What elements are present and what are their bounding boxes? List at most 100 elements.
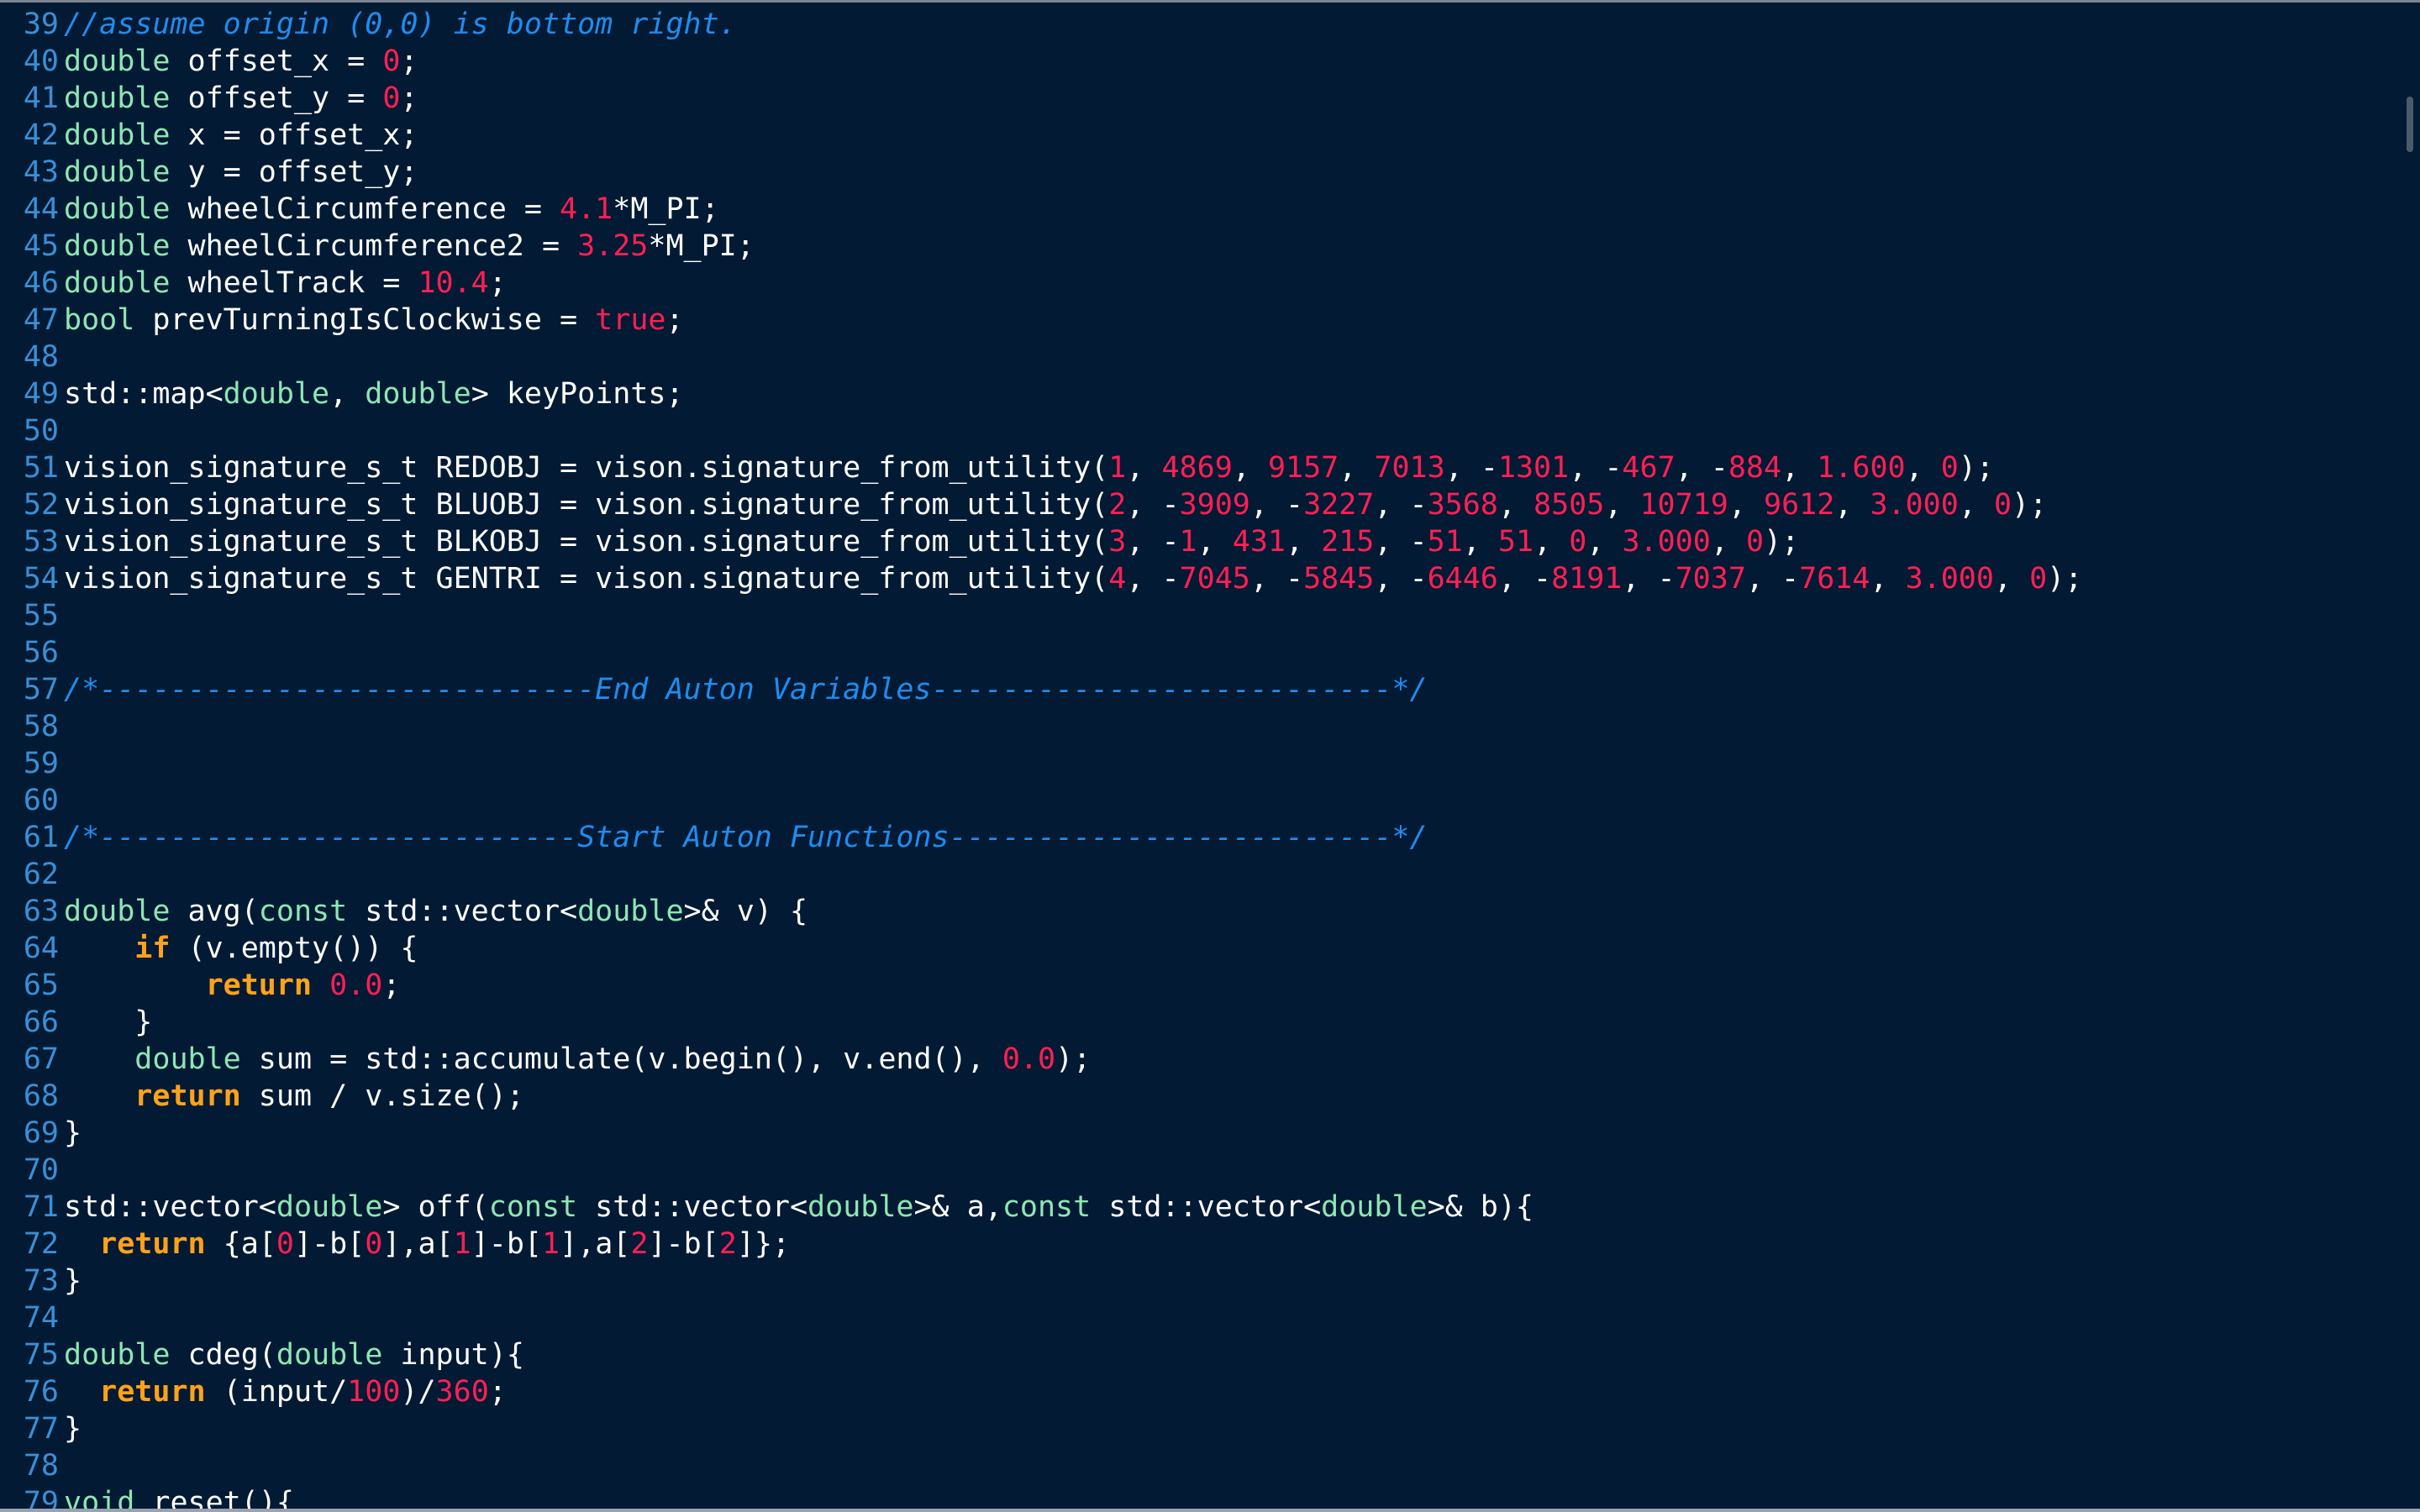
line-text[interactable]: double wheelTrack = 10.4; [64, 265, 507, 302]
code-line[interactable]: 69} [0, 1115, 2395, 1152]
code-token-type: double [365, 377, 471, 411]
code-editor[interactable]: 39//assume origin (0,0) is bottom right.… [0, 0, 2420, 1512]
code-line[interactable]: 53 vision_signature_s_t BLKOBJ = vison.si… [0, 523, 2395, 560]
line-text[interactable]: std::vector<double> off(const std::vecto… [64, 1189, 1534, 1226]
code-line[interactable]: 72 return {a[0]-b[0],a[1]-b[1],a[2]-b[2]… [0, 1226, 2395, 1263]
code-token-num: 4 [1108, 562, 1127, 596]
code-line[interactable]: 70 [0, 1152, 2395, 1189]
code-token-plain: ); [1958, 451, 1994, 485]
code-line[interactable]: 73} [0, 1263, 2395, 1299]
code-line[interactable]: 75 double cdeg(double input){ [0, 1336, 2395, 1373]
code-token-plain: , [1781, 451, 1818, 485]
code-line[interactable]: 47 bool prevTurningIsClockwise = true; [0, 302, 2395, 339]
line-text[interactable]: } [64, 1263, 82, 1299]
code-token-kw: if [134, 932, 171, 965]
line-text[interactable]: double x = offset_x; [64, 117, 418, 154]
line-text[interactable]: double offset_y = 0; [64, 80, 418, 117]
code-token-kw: return [99, 1227, 206, 1261]
code-line[interactable]: 48 [0, 339, 2395, 375]
code-line[interactable]: 40 double offset_x = 0; [0, 43, 2395, 80]
code-token-plain: std::vector< [64, 1190, 276, 1224]
code-line[interactable]: 68 return sum / v.size(); [0, 1078, 2395, 1115]
code-line[interactable]: 55 [0, 597, 2395, 634]
code-line[interactable]: 57/*----------------------------End Auto… [0, 671, 2395, 708]
code-line[interactable]: 64 if (v.empty()) { [0, 930, 2395, 967]
code-token-plain: , - [1249, 488, 1304, 522]
code-line[interactable]: 56 [0, 634, 2395, 671]
code-line[interactable]: 76 return (input/100)/360; [0, 1373, 2395, 1410]
line-text[interactable]: } [64, 1410, 82, 1447]
code-line[interactable]: 71 std::vector<double> off(const std::vec… [0, 1189, 2395, 1226]
code-line[interactable]: 60 [0, 782, 2395, 819]
line-text[interactable]: double wheelCircumference = 4.1*M_PI; [64, 191, 719, 228]
line-text[interactable]: //assume origin (0,0) is bottom right. [64, 6, 737, 43]
code-line[interactable]: 65 return 0.0; [0, 967, 2395, 1004]
line-text[interactable]: return (input/100)/360; [64, 1373, 507, 1410]
code-area[interactable]: 39//assume origin (0,0) is bottom right.… [0, 6, 2395, 1512]
code-line[interactable]: 51 vision_signature_s_t REDOBJ = vison.si… [0, 449, 2395, 486]
code-line[interactable]: 45 double wheelCircumference2 = 3.25*M_PI… [0, 228, 2395, 265]
code-line[interactable]: 39//assume origin (0,0) is bottom right. [0, 6, 2395, 43]
line-text[interactable]: } [64, 1004, 152, 1041]
code-token-plain: , [1870, 562, 1906, 596]
line-text[interactable]: vision_signature_s_t REDOBJ = vison.sign… [64, 449, 1994, 486]
code-line[interactable]: 62 [0, 856, 2395, 893]
line-number: 53 [23, 525, 59, 559]
line-text[interactable]: vision_signature_s_t BLUOBJ = vison.sign… [64, 486, 2047, 523]
code-token-num: 3.25 [577, 229, 649, 263]
line-text[interactable]: bool prevTurningIsClockwise = true; [64, 302, 684, 339]
code-token-type: double [276, 1338, 383, 1372]
line-text[interactable]: if (v.empty()) { [64, 930, 418, 967]
code-token-plain: vision_signature_s_t REDOBJ = vison.sign… [64, 451, 1109, 485]
code-line[interactable]: 78 [0, 1447, 2395, 1484]
line-text[interactable]: /*----------------------------End Auton … [64, 671, 1428, 708]
line-text[interactable]: double avg(const std::vector<double>& v)… [64, 893, 808, 930]
line-text[interactable]: return sum / v.size(); [64, 1078, 524, 1115]
code-token-plain: ); [2047, 562, 2083, 596]
code-line[interactable]: 58 [0, 708, 2395, 745]
code-line[interactable]: 46 double wheelTrack = 10.4; [0, 265, 2395, 302]
line-text[interactable]: return {a[0]-b[0],a[1]-b[1],a[2]-b[2]}; [64, 1226, 790, 1263]
code-token-num: 10.4 [418, 266, 489, 300]
code-line[interactable]: 50 [0, 412, 2395, 449]
code-line[interactable]: 59 [0, 745, 2395, 782]
code-line[interactable]: 52 vision_signature_s_t BLUOBJ = vison.si… [0, 486, 2395, 523]
code-token-type: const [1002, 1190, 1092, 1224]
code-line[interactable]: 49 std::map<double, double> keyPoints; [0, 375, 2395, 412]
line-text[interactable]: std::map<double, double> keyPoints; [64, 375, 684, 412]
code-line[interactable]: 77} [0, 1410, 2395, 1447]
code-line[interactable]: 54 vision_signature_s_t GENTRI = vison.si… [0, 560, 2395, 597]
line-text[interactable]: double sum = std::accumulate(v.begin(), … [64, 1041, 1091, 1078]
code-line[interactable]: 61/*---------------------------Start Aut… [0, 819, 2395, 856]
code-token-comment: /*---------------------------Start Auton… [64, 821, 1428, 854]
window-top-border [0, 0, 2420, 3]
line-text[interactable]: double y = offset_y; [64, 154, 418, 191]
line-text[interactable]: /*---------------------------Start Auton… [64, 819, 1428, 856]
line-text[interactable]: vision_signature_s_t BLKOBJ = vison.sign… [64, 523, 1799, 560]
vertical-scrollbar-thumb[interactable] [2407, 97, 2413, 152]
code-line[interactable]: 43 double y = offset_y; [0, 154, 2395, 191]
code-token-num: 1.600 [1817, 451, 1906, 485]
code-token-plain: , [1197, 525, 1233, 559]
code-line[interactable]: 67 double sum = std::accumulate(v.begin(… [0, 1041, 2395, 1078]
line-text[interactable]: return 0.0; [64, 967, 401, 1004]
line-text[interactable]: double offset_x = 0; [64, 43, 418, 80]
line-text[interactable]: double wheelCircumference2 = 3.25*M_PI; [64, 228, 755, 265]
code-token-num: 0.0 [1002, 1042, 1056, 1076]
line-text[interactable]: double cdeg(double input){ [64, 1336, 524, 1373]
code-token-plain: , - [1569, 451, 1623, 485]
code-line[interactable]: 63 double avg(const std::vector<double>& … [0, 893, 2395, 930]
code-line[interactable]: 74 [0, 1299, 2395, 1336]
line-text[interactable]: vision_signature_s_t GENTRI = vison.sign… [64, 560, 2082, 597]
code-line[interactable]: 42 double x = offset_x; [0, 117, 2395, 154]
code-token-plain: wheelCircumference2 = [170, 229, 578, 263]
code-token-comment: //assume origin (0,0) is bottom right. [64, 8, 737, 41]
code-token-num: 2 [1108, 488, 1127, 522]
code-line[interactable]: 44 double wheelCircumference = 4.1*M_PI; [0, 191, 2395, 228]
line-text[interactable]: } [64, 1115, 82, 1152]
code-line[interactable]: 41 double offset_y = 0; [0, 80, 2395, 117]
code-token-plain: *M_PI; [613, 192, 719, 226]
code-token-plain: *M_PI; [648, 229, 755, 263]
code-line[interactable]: 66 } [0, 1004, 2395, 1041]
